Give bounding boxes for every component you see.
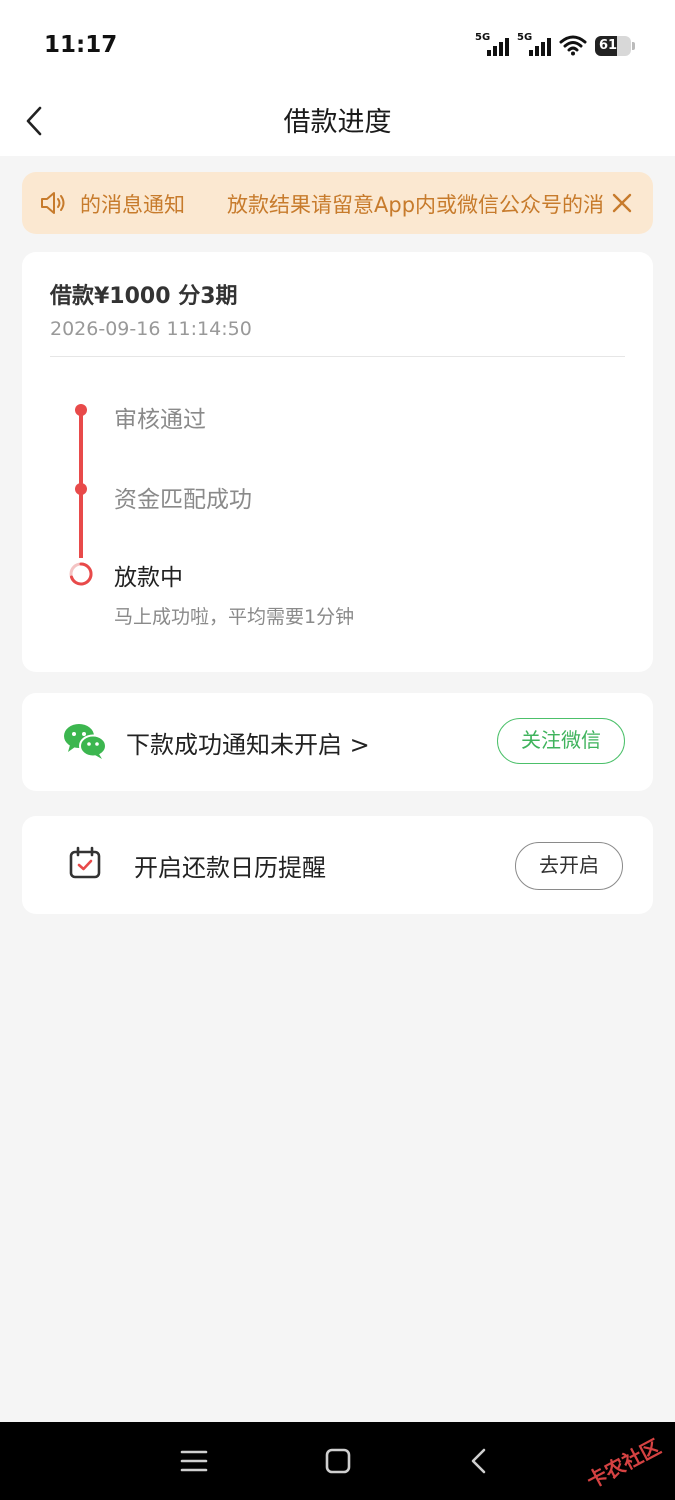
follow-wechat-button[interactable]: 关注微信	[497, 718, 625, 764]
battery-level: 61	[598, 38, 618, 53]
signal-5g-icon: 5G	[475, 32, 509, 56]
loan-time: 2026-09-16 11:14:50	[50, 318, 252, 340]
watermark-text: 卡农社区	[582, 1434, 665, 1494]
menu-icon[interactable]	[176, 1444, 212, 1478]
calendar-reminder-card: 开启还款日历提醒 去开启	[22, 816, 653, 914]
timeline-dot-done	[75, 404, 87, 416]
notice-banner: 的消息通知 放款结果请留意App内或微信公众号的消	[22, 172, 653, 234]
notice-marquee: 的消息通知 放款结果请留意App内或微信公众号的消	[80, 172, 625, 234]
page-title: 借款进度	[283, 107, 392, 138]
loan-progress-card: 借款¥1000 分3期 2026-09-16 11:14:50 审核通过 资金匹…	[22, 252, 653, 672]
status-bar: 11:17 5G 5G 61	[0, 0, 675, 86]
timeline-dot-done	[75, 483, 87, 495]
step-subtext: 马上成功啦，平均需要1分钟	[114, 606, 355, 628]
calendar-check-icon	[69, 846, 101, 879]
notice-text: 的消息通知 放款结果请留意App内或微信公众号的消	[80, 193, 605, 217]
signal-5g-icon: 5G	[517, 32, 551, 56]
loan-title: 借款¥1000 分3期	[50, 284, 238, 309]
step-label: 资金匹配成功	[114, 487, 252, 513]
close-icon[interactable]	[611, 192, 633, 214]
timeline-line	[79, 414, 83, 484]
app-header: 借款进度	[0, 86, 675, 156]
step-label-active: 放款中	[114, 565, 183, 591]
calendar-reminder-text: 开启还款日历提醒	[134, 854, 326, 882]
timeline-line	[79, 494, 83, 558]
watermark-logo: 卡农社区	[571, 1430, 667, 1494]
status-icons: 5G 5G 61	[475, 32, 635, 56]
wechat-notify-text[interactable]: 下款成功通知未开启 >	[126, 725, 370, 760]
wechat-icon	[64, 724, 107, 759]
system-nav-bar: 卡农社区	[0, 1422, 675, 1500]
wifi-icon	[559, 35, 587, 56]
home-square-icon[interactable]	[320, 1444, 356, 1478]
loading-spinner-icon	[69, 562, 93, 586]
wechat-notify-card[interactable]: 下款成功通知未开启 > 关注微信	[22, 693, 653, 791]
divider	[50, 356, 625, 357]
status-time: 11:17	[44, 32, 118, 58]
enable-calendar-button[interactable]: 去开启	[515, 842, 623, 890]
back-triangle-icon[interactable]	[462, 1444, 498, 1478]
step-label: 审核通过	[114, 407, 206, 433]
battery-icon: 61	[595, 36, 631, 56]
speaker-icon	[41, 192, 65, 214]
